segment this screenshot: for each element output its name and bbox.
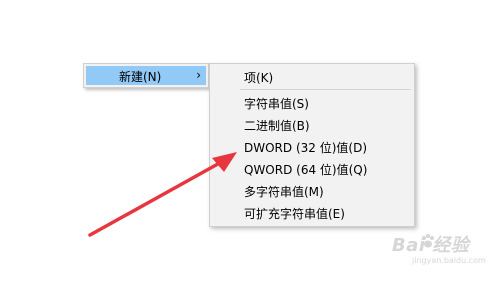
menu-item-new[interactable]: 新建(N) › — [86, 66, 206, 85]
menu-item-expandable-string-value[interactable]: 可扩充字符串值(E) — [212, 203, 412, 223]
menu-item-new-label: 新建(N) — [119, 70, 162, 84]
menu-item-label: 多字符串值(M) — [244, 185, 324, 199]
chevron-right-icon: › — [196, 68, 201, 82]
menu-item-label: QWORD (64 位)值(Q) — [244, 163, 368, 177]
menu-item-dword-value[interactable]: DWORD (32 位)值(D) — [212, 137, 412, 157]
menu-item-string-value[interactable]: 字符串值(S) — [212, 93, 412, 113]
paw-icon — [422, 234, 434, 248]
menu-item-label: 二进制值(B) — [244, 119, 310, 133]
menu-item-label: 可扩充字符串值(E) — [244, 207, 345, 221]
menu-item-binary-value[interactable]: 二进制值(B) — [212, 115, 412, 135]
context-menu: 新建(N) › — [83, 63, 209, 88]
menu-separator — [240, 89, 411, 90]
menu-item-label: DWORD (32 位)值(D) — [244, 141, 367, 155]
watermark: Bai 经验 jingyan.baidu.com — [392, 231, 486, 271]
menu-item-qword-value[interactable]: QWORD (64 位)值(Q) — [212, 159, 412, 179]
menu-item-label: 字符串值(S) — [244, 97, 309, 111]
menu-item-key[interactable]: 项(K) — [212, 67, 412, 87]
menu-item-label: 项(K) — [244, 71, 274, 85]
menu-item-multi-string-value[interactable]: 多字符串值(M) — [212, 181, 412, 201]
new-submenu: 项(K) 字符串值(S) 二进制值(B) DWORD (32 位)值(D) QW… — [209, 63, 415, 227]
watermark-url: jingyan.baidu.com — [412, 256, 486, 265]
